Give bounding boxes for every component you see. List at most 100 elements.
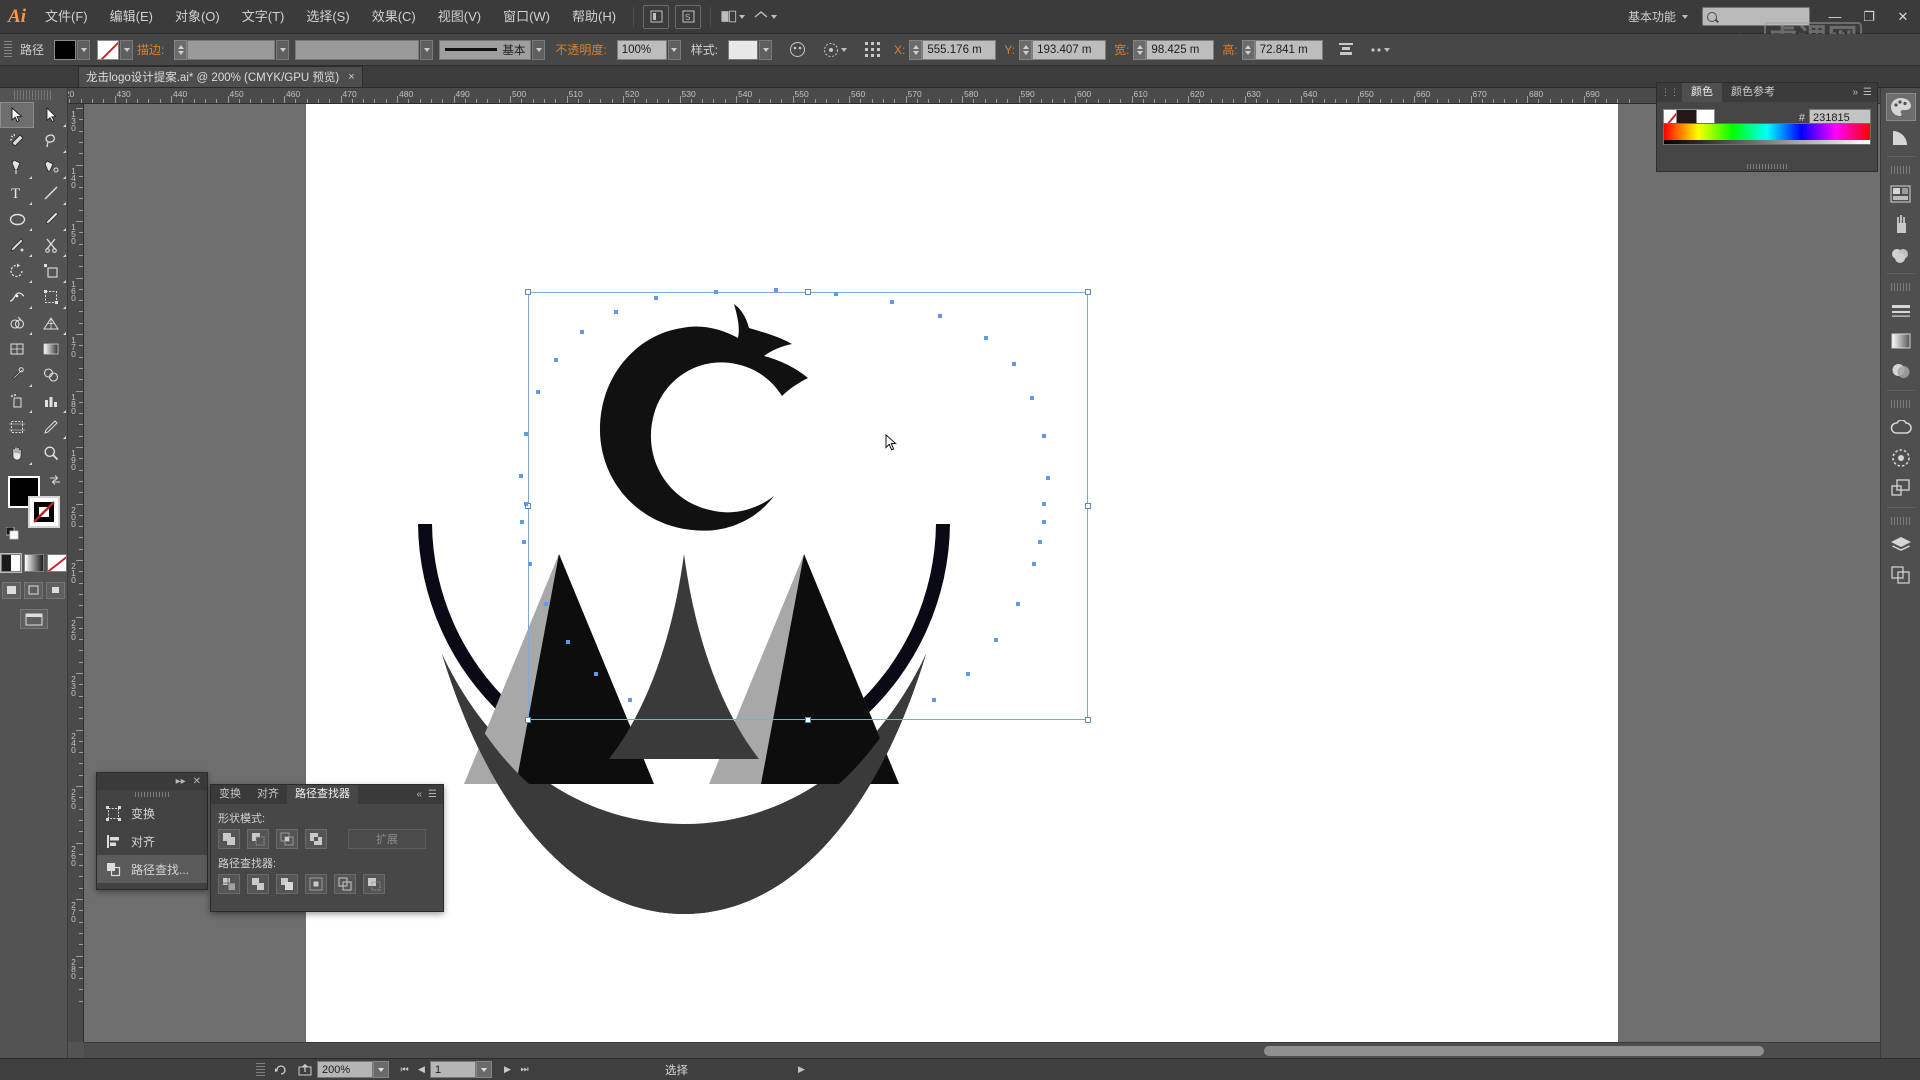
selection-handle-ml[interactable] xyxy=(525,503,531,509)
change-screen-mode-button[interactable] xyxy=(19,609,48,629)
creative-cloud-icon[interactable] xyxy=(1886,414,1916,442)
gradient-tool[interactable] xyxy=(34,336,68,362)
shape-builder-tool[interactable] xyxy=(0,310,34,336)
brush-dropdown-icon[interactable] xyxy=(532,39,546,60)
eyedropper-tool[interactable] xyxy=(0,362,34,388)
zoom-level-input[interactable]: 200% xyxy=(317,1061,373,1078)
pathfinder-menu-icon[interactable]: ☰ xyxy=(428,789,437,800)
outline-button[interactable] xyxy=(334,874,356,894)
height-stepper[interactable] xyxy=(1241,39,1255,60)
fill-swatch[interactable] xyxy=(54,39,77,60)
stroke-dropdown-icon[interactable] xyxy=(120,39,134,60)
menu-file[interactable]: 文件(F) xyxy=(34,0,99,34)
pathfinder-panel[interactable]: 变换 对齐 路径查找器 « ☰ 形状模式: 扩展 路径查找器: xyxy=(210,784,444,912)
selection-handle-bl[interactable] xyxy=(525,717,531,723)
stock-icon[interactable]: S xyxy=(675,4,702,29)
horizontal-ruler[interactable]: 420 430 440 450 460 470 480 490 500 510 520 530 540 5… xyxy=(68,88,1880,104)
next-artboard-button[interactable]: ▶ xyxy=(499,1061,516,1079)
exclude-button[interactable] xyxy=(305,829,327,849)
panel-item-pathfinder[interactable]: 路径查找... xyxy=(97,855,207,883)
x-input[interactable]: 555.176 m xyxy=(922,39,997,60)
color-panel-resize-grip[interactable] xyxy=(1657,164,1877,169)
blend-tool[interactable] xyxy=(34,362,68,388)
panel-item-align[interactable]: 对齐 xyxy=(97,827,207,855)
bridge-icon[interactable] xyxy=(643,4,670,29)
brushes-icon[interactable] xyxy=(1886,180,1916,208)
document-tab-close-icon[interactable]: × xyxy=(348,71,354,83)
draw-inside-button[interactable] xyxy=(46,582,65,599)
tab-align[interactable]: 对齐 xyxy=(249,785,287,804)
first-artboard-button[interactable]: ⏮ xyxy=(396,1061,413,1079)
collapse-panel-icon[interactable]: » xyxy=(1852,87,1858,98)
recolor-artwork-icon[interactable] xyxy=(822,38,848,62)
intersect-button[interactable] xyxy=(276,829,298,849)
stroke-weight-stepper[interactable] xyxy=(174,39,188,60)
artboard-dropdown-icon[interactable] xyxy=(476,1061,492,1078)
mesh-tool[interactable] xyxy=(0,336,34,362)
document-tab[interactable]: 龙击logo设计提案.ai* @ 200% (CMYK/GPU 预览) × xyxy=(78,66,363,87)
prev-artboard-button[interactable]: ◀ xyxy=(413,1061,430,1079)
stroke-weight-dropdown-icon[interactable] xyxy=(276,39,290,60)
symbol-sprayer-tool[interactable] xyxy=(0,388,34,414)
status-menu-icon[interactable]: ▶ xyxy=(798,1064,805,1075)
draw-behind-button[interactable] xyxy=(24,582,43,599)
toolbox-stroke-swatch[interactable] xyxy=(28,496,60,528)
trim-button[interactable] xyxy=(247,874,269,894)
panel-picker[interactable]: ▸▸ ✕ 变换 对齐 路径查找... xyxy=(96,772,208,890)
opacity-dropdown-icon[interactable] xyxy=(667,39,681,60)
draw-normal-button[interactable] xyxy=(2,582,21,599)
fill-dropdown-icon[interactable] xyxy=(77,39,91,60)
tab-color[interactable]: 颜色 xyxy=(1682,83,1722,102)
column-graph-tool[interactable] xyxy=(34,388,68,414)
menu-object[interactable]: 对象(O) xyxy=(164,0,231,34)
curvature-tool[interactable] xyxy=(34,154,68,180)
opacity-input[interactable]: 100% xyxy=(616,39,667,60)
align-panel-icon[interactable] xyxy=(1333,38,1359,62)
shaper-tool[interactable] xyxy=(0,232,34,258)
menu-type[interactable]: 文字(T) xyxy=(231,0,296,34)
search-input[interactable] xyxy=(1702,7,1810,26)
arrange-documents-icon[interactable] xyxy=(720,5,746,29)
symbols-icon[interactable] xyxy=(1886,240,1916,268)
style-dropdown-icon[interactable] xyxy=(759,39,773,60)
color-fill-mode-button[interactable] xyxy=(0,554,21,572)
merge-button[interactable] xyxy=(276,874,298,894)
workspace-switcher[interactable]: 基本功能 xyxy=(1622,8,1682,25)
color-guide-icon[interactable] xyxy=(1886,123,1916,151)
menu-edit[interactable]: 编辑(E) xyxy=(99,0,164,34)
selection-handle-mr[interactable] xyxy=(1085,503,1091,509)
menu-effect[interactable]: 效果(C) xyxy=(361,0,427,34)
selection-handle-bm[interactable] xyxy=(805,717,811,723)
dock-grip-2[interactable] xyxy=(1890,283,1911,291)
color-panel-icon[interactable] xyxy=(1885,93,1916,121)
zoom-tool[interactable] xyxy=(34,440,68,466)
scissors-tool[interactable] xyxy=(34,232,68,258)
transparency-icon[interactable] xyxy=(1886,357,1916,385)
horizontal-scrollbar-thumb[interactable] xyxy=(1264,1046,1764,1056)
stroke-weight-input[interactable] xyxy=(187,39,276,60)
status-bar-grip[interactable] xyxy=(256,1062,265,1077)
swap-fill-stroke-icon[interactable] xyxy=(49,474,61,489)
panel-picker-collapse-icon[interactable]: ▸▸ xyxy=(176,776,186,787)
artboard-number-input[interactable]: 1 xyxy=(430,1061,476,1078)
width-tool[interactable] xyxy=(0,284,34,310)
minimize-button[interactable]: — xyxy=(1818,5,1852,29)
minus-front-button[interactable] xyxy=(247,829,269,849)
width-input[interactable]: 98.425 m xyxy=(1146,39,1215,60)
control-bar-grip[interactable] xyxy=(4,40,12,59)
artboards-icon[interactable] xyxy=(1886,474,1916,502)
default-fill-stroke-icon[interactable] xyxy=(5,526,19,540)
panel-picker-grip[interactable] xyxy=(97,790,207,799)
share-icon[interactable] xyxy=(293,1061,317,1079)
width-stepper[interactable] xyxy=(1133,39,1147,60)
menu-window[interactable]: 窗口(W) xyxy=(492,0,561,34)
gradient-icon[interactable] xyxy=(1886,327,1916,355)
gradient-fill-mode-button[interactable] xyxy=(23,554,44,572)
menu-help[interactable]: 帮助(H) xyxy=(561,0,627,34)
opacity-mask-icon[interactable] xyxy=(784,38,810,62)
expand-button[interactable]: 扩展 xyxy=(348,829,426,849)
color-panel[interactable]: ⋮⋮ 颜色 颜色参考 » ☰ # 231815 xyxy=(1656,82,1878,172)
line-segment-tool[interactable] xyxy=(34,180,68,206)
panel-menu-icon[interactable]: ☰ xyxy=(1863,87,1872,98)
y-input[interactable]: 193.407 m xyxy=(1032,39,1107,60)
